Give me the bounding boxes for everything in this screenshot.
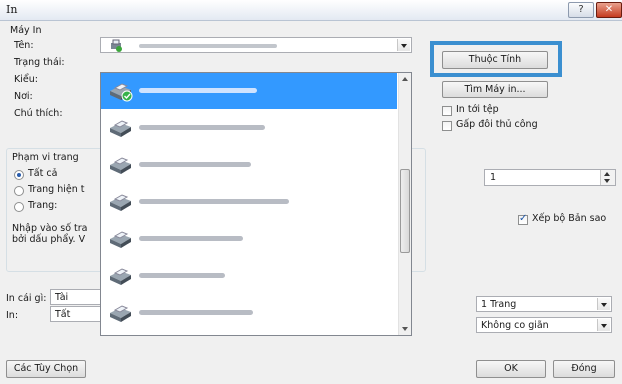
spin-down-icon[interactable] (604, 179, 610, 183)
current-page-label: Trang hiện t (28, 184, 85, 195)
print-scope-label: In: (6, 310, 19, 321)
page-range-hint-1: Nhập vào số tra (12, 223, 88, 234)
printer-list-item[interactable] (101, 295, 397, 331)
copies-value: 1 (490, 172, 497, 183)
printer-group-title: Máy In (10, 25, 42, 36)
printer-list-item[interactable] (101, 147, 397, 183)
printer-icon (110, 268, 131, 285)
window-title: In (6, 3, 18, 16)
pages-label: Trang: (28, 200, 58, 211)
collate-label: Xếp bộ Bản sao (532, 213, 607, 224)
print-to-file-checkbox[interactable] (442, 106, 452, 116)
printer-name-label: Tên: (14, 40, 34, 51)
printer-comment-label: Chú thích: (14, 108, 63, 119)
properties-button[interactable]: Thuộc Tính (442, 51, 548, 69)
printer-small-icon (111, 39, 122, 52)
copies-spinner[interactable]: 1 (484, 169, 616, 186)
print-to-file-label: In tới tệp (456, 104, 499, 115)
printer-icon (110, 120, 131, 137)
printer-list-scrollbar[interactable] (398, 73, 411, 335)
help-button[interactable]: ? (568, 2, 594, 18)
printer-list-item[interactable] (101, 110, 397, 146)
collate-checkbox[interactable] (518, 213, 528, 225)
page-range-title: Phạm vi trang (10, 152, 81, 163)
current-page-radio[interactable] (14, 186, 24, 196)
options-button[interactable]: Các Tùy Chọn (6, 360, 86, 378)
printer-icon (110, 194, 131, 211)
printer-where-label: Nơi: (14, 91, 33, 102)
spin-buttons[interactable] (600, 170, 615, 185)
ok-button[interactable]: OK (476, 360, 546, 378)
pages-per-sheet-value: 1 Trang (481, 299, 517, 310)
printer-status-label: Trạng thái: (14, 57, 65, 68)
chevron-down-icon[interactable] (397, 39, 410, 51)
close-window-button[interactable]: ✕ (596, 2, 622, 18)
manual-duplex-label: Gấp đôi thủ công (456, 119, 538, 130)
close-button[interactable]: Đóng (553, 360, 615, 378)
printer-list-item[interactable] (101, 258, 397, 294)
chevron-down-icon[interactable] (597, 319, 610, 331)
printer-name-value (139, 44, 277, 48)
print-what-value: Tài (55, 292, 69, 303)
printer-type-label: Kiểu: (14, 74, 38, 85)
printer-icon (110, 231, 131, 248)
printer-name-combo[interactable] (100, 37, 412, 53)
printer-list-item[interactable] (101, 184, 397, 220)
scroll-thumb[interactable] (400, 169, 410, 253)
all-pages-label: Tất cả (28, 168, 58, 179)
printer-list-item[interactable] (101, 73, 397, 109)
printer-icon (110, 83, 133, 102)
find-printer-button[interactable]: Tìm Máy in... (442, 81, 548, 98)
page-range-hint-2: bởi dấu phẩy. V (12, 234, 86, 245)
scroll-down-icon[interactable] (402, 327, 408, 331)
title-bar (0, 0, 622, 21)
scale-combo[interactable]: Không co giãn (476, 317, 612, 333)
printer-dropdown-list[interactable] (100, 72, 412, 336)
print-what-label: In cái gì: (6, 293, 47, 304)
all-pages-radio[interactable] (14, 170, 24, 180)
scroll-up-icon[interactable] (402, 77, 408, 81)
chevron-down-icon[interactable] (597, 298, 610, 310)
spin-up-icon[interactable] (604, 172, 610, 176)
printer-icon (110, 157, 131, 174)
pages-radio[interactable] (14, 202, 24, 212)
printer-list-item[interactable] (101, 221, 397, 257)
printer-icon (110, 305, 131, 322)
manual-duplex-checkbox[interactable] (442, 121, 452, 131)
print-scope-value: Tất (55, 309, 71, 320)
pages-per-sheet-combo[interactable]: 1 Trang (476, 296, 612, 312)
scale-value: Không co giãn (481, 320, 549, 331)
